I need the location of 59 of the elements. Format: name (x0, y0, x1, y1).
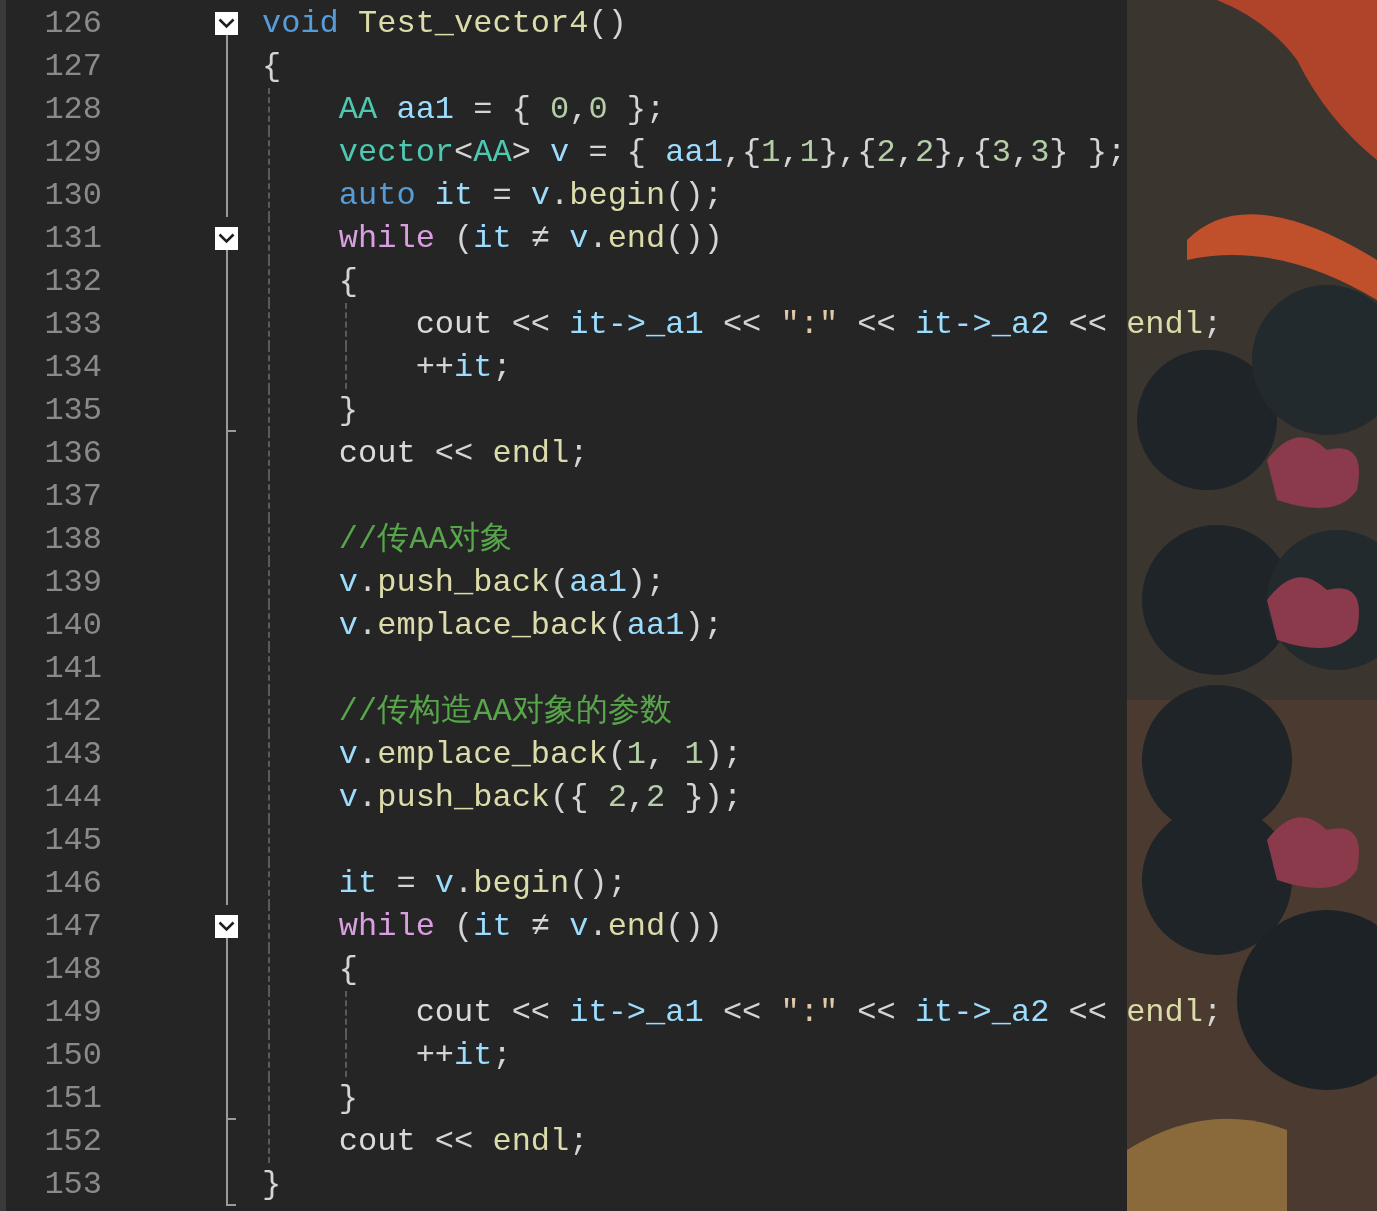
line-number: 148 (43, 950, 102, 990)
line-number: 130 (43, 176, 102, 216)
chevron-icon (218, 921, 235, 932)
code-line: cout << it->_a1 << ":" << it->_a2 << endl; (415, 993, 1223, 1033)
code-line: v.push_back({ 2,2 }); (338, 778, 743, 818)
code-line: void Test_vector4() (262, 4, 627, 44)
code-line: { (338, 262, 358, 302)
line-number: 127 (43, 47, 102, 87)
line-number: 137 (43, 477, 102, 517)
code-line: ++it; (415, 348, 512, 388)
chevron-icon (218, 18, 235, 29)
line-number: 131 (43, 219, 102, 259)
line-number: 149 (43, 993, 102, 1033)
line-number: 145 (43, 821, 102, 861)
code-line: } (262, 1165, 282, 1205)
code-line: //传AA对象 (338, 520, 512, 560)
code-line: while (it ≠ v.end()) (338, 219, 723, 259)
fold-toggle[interactable] (215, 12, 238, 35)
line-number: 151 (43, 1079, 102, 1119)
code-line: ++it; (415, 1036, 512, 1076)
code-line: AA aa1 = { 0,0 }; (338, 90, 666, 130)
code-line: cout << endl; (338, 1122, 589, 1162)
line-number: 146 (43, 864, 102, 904)
line-number: 134 (43, 348, 102, 388)
line-number: 144 (43, 778, 102, 818)
code-line: //传构造AA对象的参数 (338, 692, 672, 732)
code-line: cout << it->_a1 << ":" << it->_a2 << endl; (415, 305, 1223, 345)
fold-toggle[interactable] (215, 227, 238, 250)
chevron-icon (218, 233, 235, 244)
code-line: v.push_back(aa1); (338, 563, 666, 603)
code-line: { (262, 47, 282, 87)
code-line: } (338, 391, 358, 431)
line-number: 139 (43, 563, 102, 603)
code-line: vector<AA> v = { aa1,{1,1},{2,2},{3,3} }; (338, 133, 1127, 173)
line-number: 143 (43, 735, 102, 775)
code-line: while (it ≠ v.end()) (338, 907, 723, 947)
line-number: 133 (43, 305, 102, 345)
code-line: auto it = v.begin(); (338, 176, 723, 216)
line-number: 129 (43, 133, 102, 173)
line-number: 132 (43, 262, 102, 302)
line-number: 128 (43, 90, 102, 130)
line-number: 142 (43, 692, 102, 732)
line-number: 138 (43, 520, 102, 560)
line-number: 135 (43, 391, 102, 431)
code-line: } (338, 1079, 358, 1119)
code-line: v.emplace_back(1, 1); (338, 735, 743, 775)
code-line: it = v.begin(); (338, 864, 627, 904)
line-number: 153 (43, 1165, 102, 1205)
line-number: 147 (43, 907, 102, 947)
line-number: 126 (43, 4, 102, 44)
code-line: { (338, 950, 358, 990)
line-number: 136 (43, 434, 102, 474)
code-line: v.emplace_back(aa1); (338, 606, 723, 646)
fold-toggle[interactable] (215, 915, 238, 938)
code-line: cout << endl; (338, 434, 589, 474)
line-number: 152 (43, 1122, 102, 1162)
line-number: 150 (43, 1036, 102, 1076)
line-number: 140 (43, 606, 102, 646)
line-number: 141 (43, 649, 102, 689)
